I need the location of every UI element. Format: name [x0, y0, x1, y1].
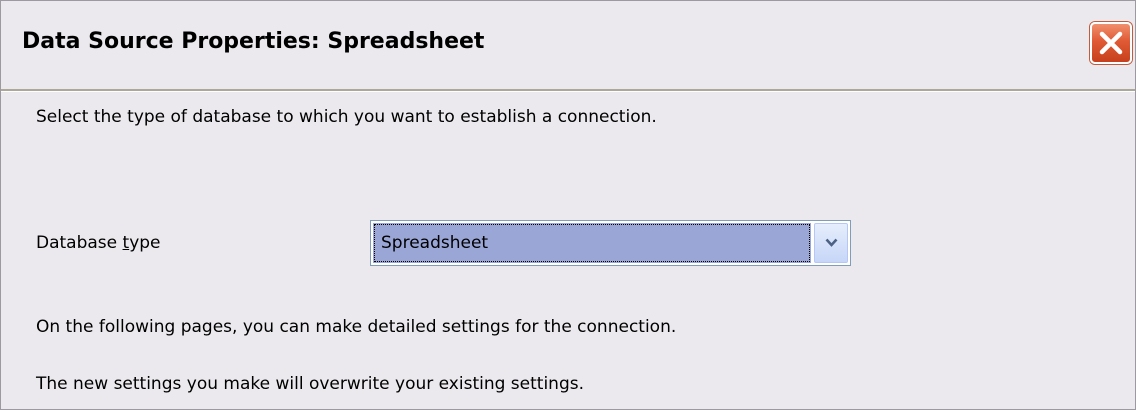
title-separator	[1, 89, 1135, 92]
database-type-dropdown-button[interactable]	[814, 223, 848, 263]
close-button[interactable]	[1090, 22, 1132, 64]
instruction-text: Select the type of database to which you…	[36, 107, 657, 127]
database-type-label: Database type	[36, 233, 161, 253]
chevron-down-icon	[825, 238, 838, 247]
database-type-label-prefix: Database	[36, 233, 123, 253]
database-type-selected-field[interactable]: Spreadsheet	[373, 223, 811, 263]
database-type-select[interactable]: Spreadsheet	[370, 220, 851, 266]
info-text-2: The new settings you make will overwrite…	[36, 374, 584, 394]
dialog-title: Data Source Properties: Spreadsheet	[22, 29, 485, 54]
title-bar[interactable]: Data Source Properties: Spreadsheet	[1, 1, 1135, 89]
info-text-1: On the following pages, you can make det…	[36, 317, 677, 337]
database-type-selected-value: Spreadsheet	[381, 233, 489, 253]
data-source-properties-dialog: Data Source Properties: Spreadsheet Sele…	[0, 0, 1136, 410]
database-type-label-suffix: ype	[129, 233, 161, 253]
close-x-icon	[1099, 31, 1123, 55]
